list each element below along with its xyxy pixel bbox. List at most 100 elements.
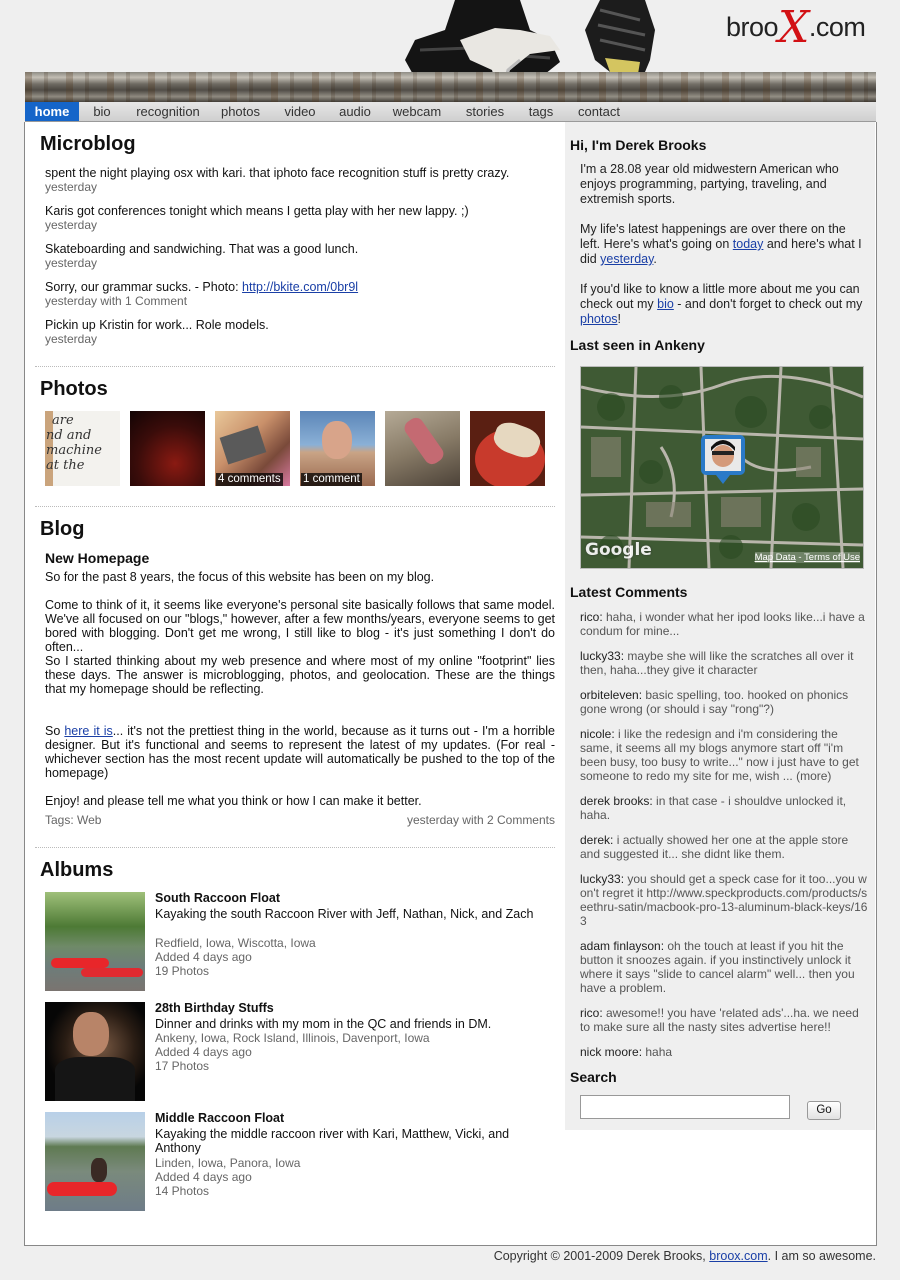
microblog-post-meta[interactable]: yesterday — [45, 332, 97, 346]
comment-item[interactable]: nick moore: haha — [580, 1045, 868, 1059]
comment-text: you should get a speck case for it too..… — [580, 872, 868, 928]
photo-object — [401, 414, 447, 468]
logo-x: X — [778, 2, 809, 53]
photo-thumb[interactable]: are nd and machine at the — [45, 411, 120, 486]
album-added: Added 4 days ago — [155, 950, 252, 964]
today-link[interactable]: today — [733, 237, 764, 251]
album-kayak — [47, 1182, 117, 1196]
comment-text: i like the redesign and i'm considering … — [580, 727, 859, 783]
album-cover[interactable] — [45, 892, 145, 991]
logo-text-pre: broo — [726, 12, 779, 42]
nav-item-recognition[interactable]: recognition — [130, 102, 206, 121]
album-added: Added 4 days ago — [155, 1045, 252, 1059]
comment-item[interactable]: orbiteleven: basic spelling, too. hooked… — [580, 688, 868, 716]
map-title: Last seen in Ankeny — [570, 337, 705, 353]
photo-thumb[interactable] — [130, 411, 205, 486]
map-data-link[interactable]: Map Data — [755, 552, 796, 563]
comment-item[interactable]: adam finlayson: oh the touch at least if… — [580, 939, 868, 995]
nav-item-webcam[interactable]: webcam — [391, 102, 443, 121]
comment-item[interactable]: rico: haha, i wonder what her ipod looks… — [580, 610, 868, 638]
nav-item-stories[interactable]: stories — [462, 102, 508, 121]
blog-text: ... it's not the prettiest thing in the … — [45, 724, 555, 780]
bio-link[interactable]: bio — [657, 297, 674, 311]
intro-title: Hi, I'm Derek Brooks — [570, 137, 707, 153]
comment-author: rico: — [580, 1006, 603, 1020]
map-terms-link[interactable]: Terms of Use — [804, 552, 860, 563]
blog-post-title[interactable]: New Homepage — [45, 550, 149, 566]
comment-item[interactable]: derek: i actually showed her one at the … — [580, 833, 868, 861]
comment-item[interactable]: rico: awesome!! you have 'related ads'..… — [580, 1006, 868, 1034]
site-logo[interactable]: brooX.com — [726, 2, 866, 53]
photo-handwriting: are nd and machine at the — [46, 413, 102, 473]
photo-thumb[interactable] — [470, 411, 545, 486]
microblog-post-meta[interactable]: yesterday — [45, 256, 97, 270]
blog-text: So — [45, 724, 65, 738]
microblog-post: Pickin up Kristin for work... Role model… — [45, 318, 269, 332]
intro-text: - and don't forget to check out my — [673, 297, 863, 311]
microblog-post: spent the night playing osx with kari. t… — [45, 166, 510, 180]
album-shirt — [55, 1057, 135, 1101]
album-title[interactable]: South Raccoon Float — [155, 891, 280, 905]
footer-text: Copyright © 2001-2009 Derek Brooks, — [493, 1249, 710, 1263]
comment-author: nicole: — [580, 727, 615, 741]
microblog-post-meta[interactable]: yesterday with 1 Comment — [45, 294, 187, 308]
album-title[interactable]: Middle Raccoon Float — [155, 1111, 284, 1125]
nav-item-audio[interactable]: audio — [336, 102, 374, 121]
nav-item-bio[interactable]: bio — [89, 102, 115, 121]
intro-paragraph: My life's latest happenings are over the… — [580, 222, 868, 267]
blog-tags[interactable]: Tags: Web — [45, 813, 101, 827]
comment-item[interactable]: derek brooks: in that case - i shouldve … — [580, 794, 868, 822]
album-description: Kayaking the middle raccoon river with K… — [155, 1127, 510, 1155]
photo-thumb[interactable]: 1 comment — [300, 411, 375, 486]
blog-paragraph: Enjoy! and please tell me what you think… — [45, 794, 422, 808]
search-input[interactable] — [580, 1095, 790, 1119]
microblog-photo-link[interactable]: http://bkite.com/0br9l — [242, 280, 358, 294]
comment-author: nick moore: — [580, 1045, 643, 1059]
comment-item[interactable]: lucky33: you should get a speck case for… — [580, 872, 868, 928]
logo-text-post: .com — [808, 12, 866, 42]
comment-text: haha — [642, 1045, 673, 1059]
nav-item-home[interactable]: home — [25, 102, 79, 121]
microblog-title: Microblog — [40, 133, 136, 155]
album-cover[interactable] — [45, 1112, 145, 1211]
album-title[interactable]: 28th Birthday Stuffs — [155, 1001, 274, 1015]
nav-item-video[interactable]: video — [281, 102, 319, 121]
comment-author: adam finlayson: — [580, 939, 665, 953]
microblog-post-meta[interactable]: yesterday — [45, 180, 97, 194]
section-divider — [35, 506, 555, 507]
album-description: Dinner and drinks with my mom in the QC … — [155, 1017, 492, 1031]
section-divider — [35, 366, 555, 367]
nav-item-tags[interactable]: tags — [526, 102, 556, 121]
album-cover[interactable] — [45, 1002, 145, 1101]
blog-meta[interactable]: yesterday with 2 Comments — [407, 813, 555, 827]
photo-face — [322, 421, 352, 459]
here-it-is-link[interactable]: here it is — [64, 724, 112, 738]
microblog-post-meta[interactable]: yesterday — [45, 218, 97, 232]
location-map[interactable]: Google Map Data - Terms of Use — [580, 366, 864, 569]
photos-link[interactable]: photos — [580, 312, 618, 326]
nav-item-photos[interactable]: photos — [218, 102, 263, 121]
nav-item-contact[interactable]: contact — [575, 102, 623, 121]
go-button[interactable]: Go — [807, 1101, 841, 1120]
comment-item[interactable]: nicole: i like the redesign and i'm cons… — [580, 727, 868, 783]
map-attribution: Map Data - Terms of Use — [754, 552, 860, 563]
blog-paragraph: Come to think of it, it seems like every… — [45, 598, 555, 654]
main-nav: home bio recognition photos video audio … — [25, 102, 876, 122]
google-logo: Google — [585, 540, 652, 560]
search-title: Search — [570, 1069, 617, 1085]
footer: Copyright © 2001-2009 Derek Brooks, broo… — [494, 1249, 876, 1263]
photo-thumb[interactable] — [385, 411, 460, 486]
photo-thumb[interactable]: 4 comments — [215, 411, 290, 486]
comment-text: i actually showed her one at the apple s… — [580, 833, 849, 861]
album-count: 19 Photos — [155, 964, 210, 978]
comment-author: derek brooks: — [580, 794, 653, 808]
album-count: 14 Photos — [155, 1184, 210, 1198]
yesterday-link[interactable]: yesterday — [600, 252, 653, 266]
photo-caption: 4 comments — [216, 473, 283, 486]
album-places: Redfield, Iowa, Wiscotta, Iowa — [155, 936, 316, 950]
footer-text: . I am so awesome. — [767, 1249, 876, 1263]
comment-author: derek: — [580, 833, 614, 847]
comment-item[interactable]: lucky33: maybe she will like the scratch… — [580, 649, 868, 677]
blog-paragraph: So for the past 8 years, the focus of th… — [45, 570, 435, 584]
footer-home-link[interactable]: broox.com — [709, 1249, 767, 1263]
